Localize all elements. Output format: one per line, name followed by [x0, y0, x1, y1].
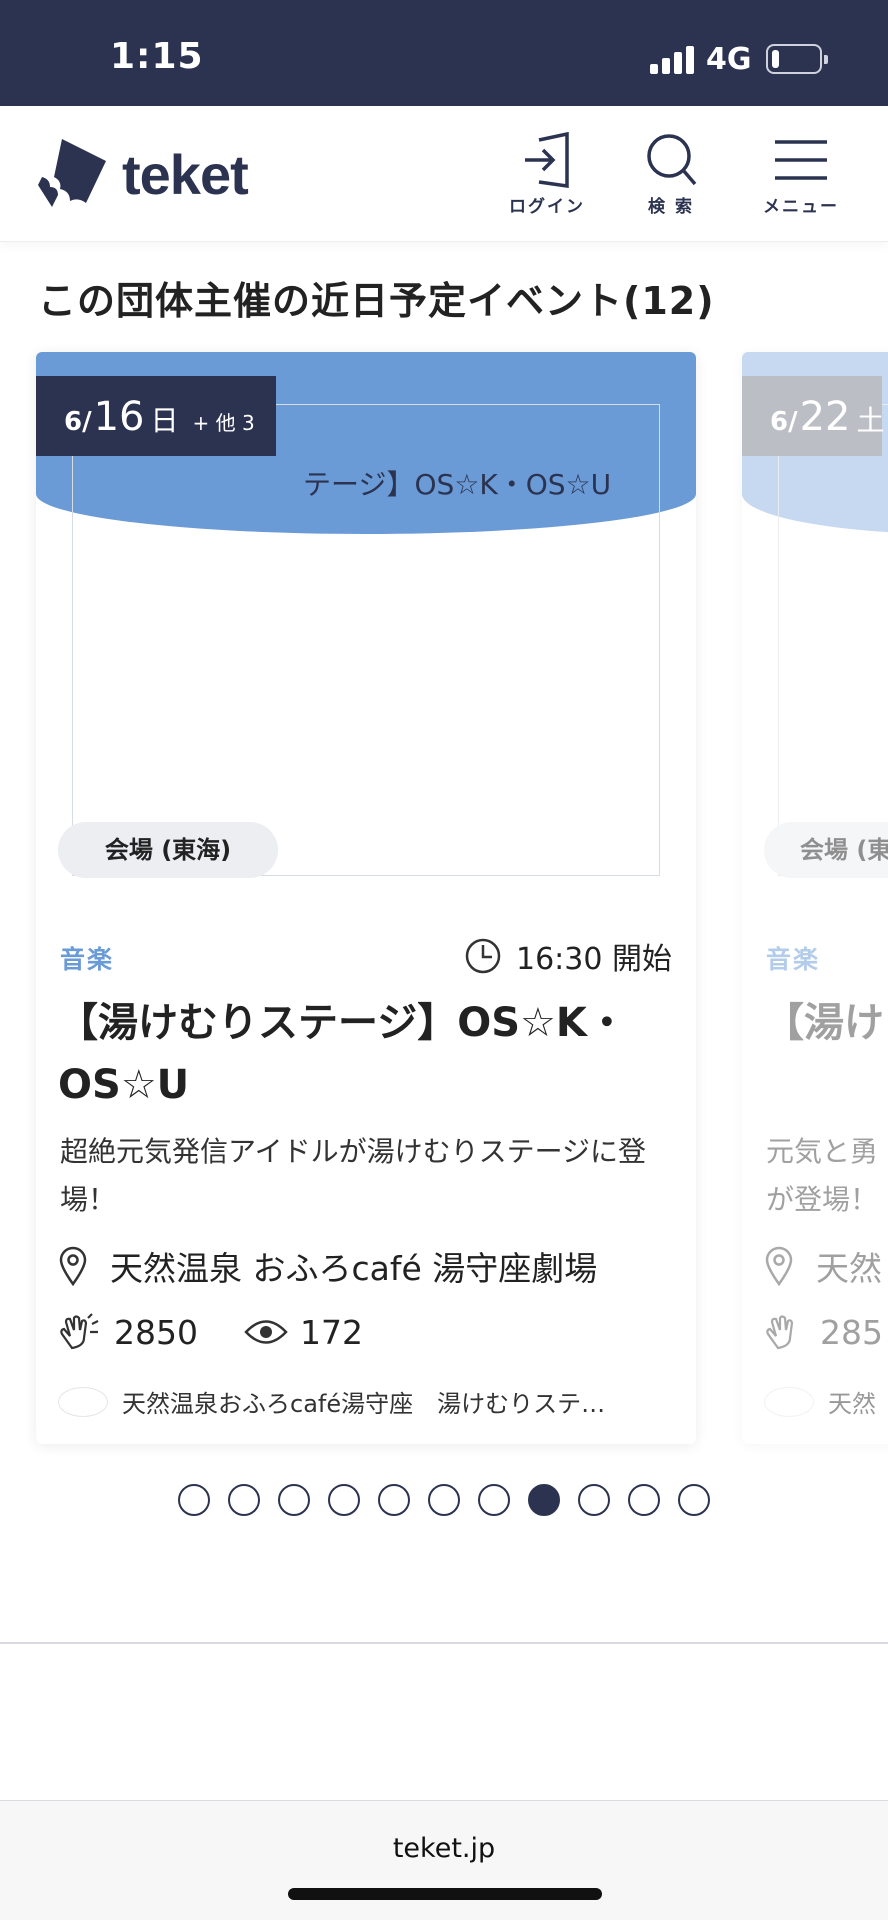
section-title: この団体主催の近日予定イベント(12)	[38, 279, 715, 323]
date-weekday: 日	[150, 404, 179, 437]
logo[interactable]: teket	[36, 136, 249, 212]
more-dates: + 他 3	[192, 411, 255, 435]
menu-button[interactable]: メニュー	[746, 132, 856, 228]
logo-text: teket	[122, 142, 249, 206]
search-button[interactable]: 検 索	[616, 132, 726, 228]
date-month: 6/	[64, 407, 92, 437]
event-card-next[interactable]: 6/ 22 土 会場 (東 音楽 【湯け 元気と勇が登場！ 天然 285 天然	[742, 352, 888, 1444]
status-time: 1:15	[110, 36, 204, 77]
map-pin-icon	[59, 1246, 87, 1286]
event-place: 天然	[764, 1242, 882, 1290]
ticket-logo-icon	[38, 139, 106, 207]
carousel-pager	[178, 1484, 728, 1518]
event-description: 元気と勇が登場！	[766, 1135, 879, 1216]
search-icon	[647, 134, 697, 186]
clap-count[interactable]: 2850	[58, 1312, 198, 1352]
clap-hands-icon	[60, 1313, 99, 1350]
login-button[interactable]: ログイン	[492, 132, 602, 228]
category-label: 音楽	[60, 945, 115, 974]
event-description: 超絶元気発信アイドルが湯けむりステージに登場！	[60, 1135, 647, 1216]
event-stats: 285	[764, 1312, 888, 1352]
carousel-dot-3[interactable]	[278, 1484, 310, 1516]
date-day: 16	[93, 394, 145, 440]
organizer[interactable]: 天然	[764, 1384, 876, 1419]
clap-count[interactable]: 285	[764, 1312, 883, 1352]
carousel-dot-8[interactable]	[528, 1484, 560, 1516]
carousel-dot-11[interactable]	[678, 1484, 710, 1516]
organizer-avatar	[764, 1386, 814, 1417]
event-place: 天然温泉 おふろcafé 湯守座劇場	[58, 1242, 597, 1290]
url-text[interactable]: teket.jp	[0, 1833, 888, 1864]
date-month: 6/	[770, 407, 798, 437]
start-time: 16:30 開始	[464, 934, 672, 978]
category-label: 音楽	[766, 945, 821, 974]
clap-count-text: 285	[820, 1312, 883, 1352]
carousel-dot-6[interactable]	[428, 1484, 460, 1516]
clock-icon	[465, 938, 501, 974]
event-card[interactable]: テージ】OS☆K・OS☆U 6/ 16 日 + 他 3 会場 (東海) 音楽 1…	[36, 352, 696, 1444]
organizer[interactable]: 天然温泉おふろcafé湯守座 湯けむりステ…	[58, 1384, 605, 1419]
browser-address-bar[interactable]: teket.jp	[0, 1800, 888, 1920]
event-stats: 2850 172	[58, 1312, 409, 1352]
menu-label: メニュー	[763, 197, 839, 217]
clap-hands-icon	[766, 1315, 794, 1350]
venue-chip: 会場 (東	[764, 822, 888, 878]
venue-chip: 会場 (東海)	[58, 822, 278, 878]
clap-count-text: 2850	[114, 1312, 198, 1352]
date-day: 22	[799, 394, 851, 440]
site-header: teket ログイン 検 索 メニュー	[0, 106, 888, 242]
carousel-dot-4[interactable]	[328, 1484, 360, 1516]
carousel-dot-2[interactable]	[228, 1484, 260, 1516]
view-count-text: 172	[299, 1312, 363, 1352]
date-badge: 6/ 16 日 + 他 3	[36, 376, 276, 456]
event-title[interactable]: 【湯け	[764, 992, 888, 1054]
event-thumbnail: テージ】OS☆K・OS☆U	[72, 404, 660, 876]
organizer-name: 天然	[828, 1390, 876, 1418]
carousel-dot-1[interactable]	[178, 1484, 210, 1516]
signal-icon	[650, 46, 694, 74]
status-bar: 1:15 4G	[0, 0, 888, 106]
hamburger-menu-icon	[775, 140, 827, 180]
eye-icon	[244, 1320, 288, 1344]
carousel-dot-9[interactable]	[578, 1484, 610, 1516]
battery-icon	[766, 44, 828, 74]
carousel-dot-10[interactable]	[628, 1484, 660, 1516]
date-badge: 6/ 22 土	[742, 376, 885, 456]
login-icon	[525, 132, 569, 188]
organizer-name: 天然温泉おふろcafé湯守座 湯けむりステ…	[122, 1390, 606, 1418]
carousel-dot-7[interactable]	[478, 1484, 510, 1516]
event-thumbnail	[778, 404, 888, 876]
event-title[interactable]: 【湯けむりステージ】OS☆K・OS☆U	[58, 992, 674, 1116]
divider	[0, 1642, 888, 1644]
carousel-dot-5[interactable]	[378, 1484, 410, 1516]
organizer-avatar	[58, 1386, 108, 1417]
map-pin-icon	[765, 1246, 793, 1286]
place-name: 天然	[816, 1249, 882, 1288]
search-label: 検 索	[648, 197, 694, 217]
thumbnail-text: テージ】OS☆K・OS☆U	[303, 468, 612, 501]
date-weekday: 土	[856, 404, 885, 437]
view-count: 172	[244, 1313, 363, 1352]
home-indicator[interactable]	[288, 1888, 602, 1900]
login-label: ログイン	[509, 197, 585, 217]
place-name: 天然温泉 おふろcafé 湯守座劇場	[110, 1249, 598, 1288]
network-label: 4G	[706, 42, 752, 77]
start-time-text: 16:30 開始	[516, 942, 672, 977]
